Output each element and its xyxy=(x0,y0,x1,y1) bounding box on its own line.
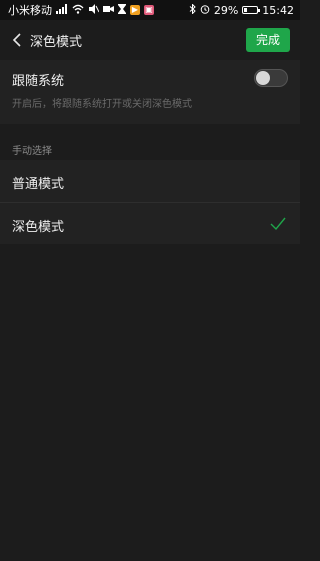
follow-system-title: 跟随系统 xyxy=(12,74,65,89)
option-label: 深色模式 xyxy=(12,220,65,235)
checkmark-icon xyxy=(270,216,286,231)
clock: 15:42 xyxy=(262,3,294,17)
hourglass-icon xyxy=(118,3,126,17)
follow-system-description: 开启后，将跟随系统打开或关闭深色模式 xyxy=(12,99,192,110)
carrier-label: 小米移动 xyxy=(8,4,52,17)
manual-select-header: 手动选择 xyxy=(12,146,52,157)
status-right: 29% 15:42 xyxy=(189,2,294,17)
screen: 小米移动 ▶ ▣ 29% 15:42 深色模式 完成 跟随系统 开启后，将跟随系… xyxy=(0,0,300,561)
follow-system-toggle[interactable] xyxy=(254,69,288,87)
option-normal-mode[interactable]: 普通模式 xyxy=(0,160,300,202)
page-title: 深色模式 xyxy=(30,35,83,50)
signal-icon xyxy=(56,3,68,17)
nav-bar: 深色模式 完成 xyxy=(0,20,300,60)
battery-percent: 29% xyxy=(213,3,239,17)
status-left: 小米移动 ▶ ▣ xyxy=(8,2,154,18)
done-button[interactable]: 完成 xyxy=(246,28,290,52)
toggle-knob xyxy=(256,71,270,85)
mute-icon xyxy=(88,3,100,17)
wifi-icon xyxy=(72,4,84,17)
mode-option-list: 普通模式 深色模式 xyxy=(0,160,300,244)
app-badge-icon: ▶ xyxy=(130,5,140,15)
follow-system-row: 跟随系统 开启后，将跟随系统打开或关闭深色模式 xyxy=(0,60,300,124)
bluetooth-icon xyxy=(189,2,196,17)
alarm-icon xyxy=(200,4,210,17)
battery-icon xyxy=(242,6,261,14)
app-badge-icon: ▣ xyxy=(144,5,154,15)
status-bar: 小米移动 ▶ ▣ 29% 15:42 xyxy=(0,0,300,20)
camera-icon xyxy=(103,4,114,17)
option-label: 普通模式 xyxy=(12,177,65,192)
battery-level-fill xyxy=(244,8,248,12)
chevron-left-icon[interactable] xyxy=(10,30,28,50)
option-dark-mode[interactable]: 深色模式 xyxy=(0,202,300,244)
